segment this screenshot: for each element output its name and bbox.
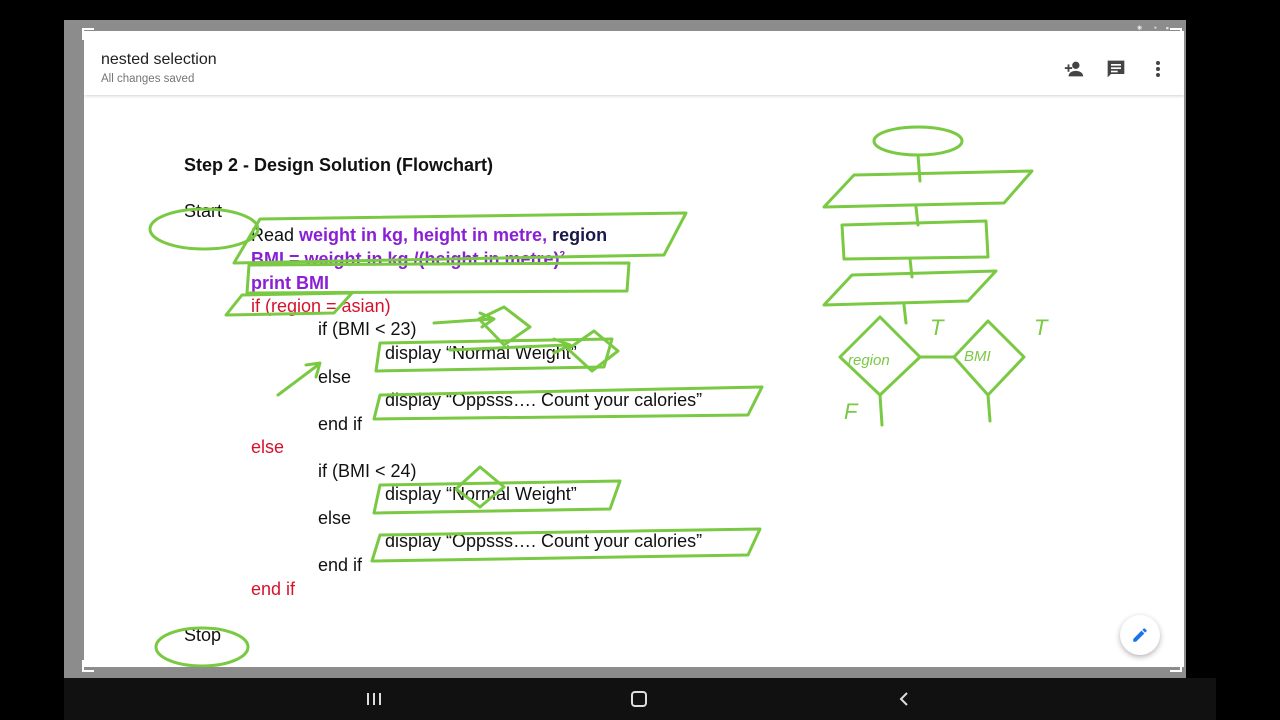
ink-label-f: F — [844, 399, 859, 424]
else-inner-1: else — [318, 367, 352, 387]
corner-mark — [1170, 660, 1182, 672]
if-bmi-23-line: if (BMI < 23) — [318, 319, 417, 339]
if-region-line: if (region = asian) — [251, 296, 391, 316]
else-inner-2: else — [318, 508, 352, 528]
ink-sketch-decision-2 — [952, 319, 1026, 397]
endif-inner-2: end if — [318, 555, 363, 575]
else-outer: else — [251, 437, 285, 457]
read-variables: weight in kg, height in metre, — [299, 225, 548, 245]
comment-icon[interactable] — [1104, 57, 1128, 81]
ink-arrow-3 — [276, 361, 322, 397]
print-bmi-line: print BMI — [251, 273, 329, 293]
read-line: Read weight in kg, height in metre, regi… — [251, 225, 607, 246]
top-app-bar: nested selection All changes saved — [84, 31, 1184, 95]
ink-sketch-start — [872, 125, 964, 157]
ink-sketch-decision-1 — [838, 315, 922, 397]
tablet-screen: ⁕ ◔ ▪ nested selection All changes saved… — [64, 20, 1186, 678]
ink-sketch-false-branch — [878, 393, 884, 427]
ink-arrow-1 — [432, 311, 496, 329]
person-add-icon[interactable] — [1062, 57, 1086, 81]
ink-label-bmi: BMI — [964, 348, 991, 365]
home-icon[interactable] — [627, 688, 651, 710]
ink-diamond-1 — [477, 305, 532, 347]
read-region: region — [552, 225, 608, 245]
bmi-formula: BMI = weight in kg /(height in metre) — [251, 249, 560, 269]
corner-mark — [82, 660, 94, 672]
back-icon[interactable] — [892, 688, 916, 710]
slides-app: nested selection All changes saved Step … — [84, 31, 1184, 667]
edit-fab-button[interactable] — [1120, 615, 1160, 655]
ink-label-region: region — [848, 352, 890, 369]
ink-sketch-line-5 — [986, 393, 992, 423]
ink-sketch-line-4 — [902, 303, 908, 325]
ink-sketch-process — [840, 219, 990, 261]
stop-terminator-label: Stop — [184, 625, 222, 645]
bmi-formula-line: BMI = weight in kg /(height in metre)2 — [251, 249, 565, 270]
ink-sketch-line-3 — [908, 257, 914, 279]
pencil-icon — [1133, 628, 1147, 642]
recent-apps-icon[interactable] — [362, 688, 386, 710]
save-status: All changes saved — [101, 73, 195, 85]
corner-mark — [82, 28, 94, 40]
corner-mark — [1170, 28, 1182, 40]
start-terminator-label: Start — [184, 201, 223, 221]
ink-label-t2: T — [1034, 315, 1049, 340]
ink-sketch-line-1 — [916, 153, 922, 183]
document-title[interactable]: nested selection — [101, 51, 217, 69]
bmi-exponent: 2 — [559, 250, 566, 261]
more-vert-icon[interactable] — [1146, 57, 1170, 81]
display-oops-1: display “Oppsss…. Count your calories” — [385, 390, 703, 410]
ink-annotations: region T BMI T F — [148, 125, 1049, 667]
endif-inner-1: end if — [318, 414, 363, 434]
system-nav-bar — [64, 678, 1216, 720]
if-bmi-24-line: if (BMI < 24) — [318, 461, 417, 481]
slide-heading: Step 2 - Design Solution (Flowchart) — [184, 155, 494, 175]
display-normal-1: display “Normal Weight” — [385, 343, 577, 363]
ink-label-t1: T — [930, 315, 945, 340]
ink-sketch-line-2 — [914, 205, 920, 227]
read-keyword: Read — [251, 225, 295, 245]
ink-sketch-input — [822, 169, 1034, 209]
ink-sketch-output — [822, 269, 998, 307]
slide-canvas[interactable]: Step 2 - Design Solution (Flowchart) Sta… — [84, 95, 1184, 667]
endif-outer: end if — [251, 579, 296, 599]
display-normal-2: display “Normal Weight” — [385, 484, 577, 504]
display-oops-2: display “Oppsss…. Count your calories” — [385, 531, 703, 551]
